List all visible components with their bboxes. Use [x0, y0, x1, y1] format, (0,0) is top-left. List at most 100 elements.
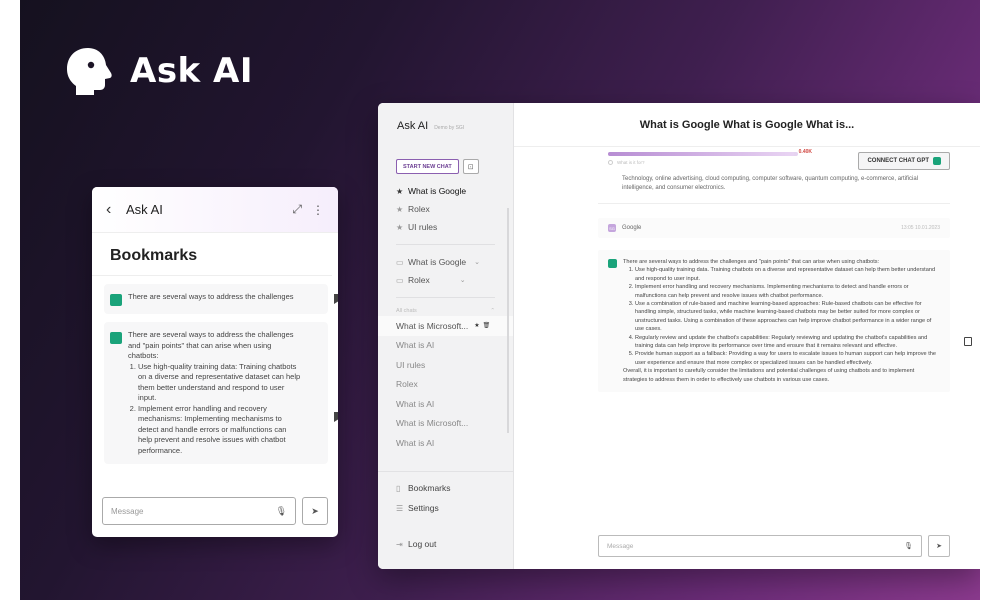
new-folder-icon[interactable]: ⊡: [462, 159, 479, 174]
assistant-message: There are several ways to address the ch…: [598, 250, 950, 393]
response-point: Use a combination of rule-based and mach…: [635, 300, 940, 334]
page-title: Bookmarks: [92, 233, 332, 276]
response-point: Use high-quality training data. Training…: [635, 266, 940, 283]
send-button[interactable]: ➤: [928, 535, 950, 557]
folder-icon: ▭: [396, 257, 404, 267]
logout-icon: ⇥: [396, 539, 403, 549]
sidebar-header: Ask AI Demo by SGI: [378, 103, 513, 147]
send-button[interactable]: ➤: [302, 497, 328, 525]
sidebar-chat-label: What is AI: [396, 437, 435, 448]
response-intro: There are several ways to address the ch…: [623, 259, 880, 265]
sidebar-app-name: Ask AI: [397, 120, 429, 132]
sidebar-chat-item[interactable]: UI rules: [396, 355, 513, 375]
settings-icon: ☰: [396, 503, 404, 513]
back-arrow-icon[interactable]: ‹: [106, 201, 120, 219]
section-label: All chats: [396, 308, 417, 314]
bookmark-point: Implement error handling and recovery me…: [138, 404, 302, 457]
assistant-message-body: There are several ways to address the ch…: [623, 258, 940, 384]
starred-chats: ★ What is Google ★ Rolex ★ UI rules: [378, 174, 513, 236]
connect-chatgpt-button[interactable]: CONNECT CHAT GPT: [858, 152, 950, 170]
user-avatar: SG: [608, 224, 616, 232]
star-icon[interactable]: ★: [474, 322, 479, 329]
usage-progress: What is it for? 0.40K: [608, 149, 812, 165]
response-point: Provide human support as a fallback: Pro…: [635, 350, 940, 367]
bookmark-point: Use high-quality training data: Training…: [138, 362, 302, 404]
sidebar-item-label: Settings: [408, 503, 439, 513]
chatgpt-icon: [110, 332, 122, 344]
connect-label: CONNECT CHAT GPT: [867, 158, 929, 164]
response-conclusion: Overall, it is important to carefully co…: [623, 368, 915, 383]
bookmark-icon[interactable]: [334, 412, 338, 422]
chat-title: What is Google What is Google What is...: [514, 103, 980, 147]
sidebar-chat-item[interactable]: What is AI: [396, 336, 513, 356]
message-input[interactable]: Message 🎙︎: [598, 535, 922, 557]
bookmark-item[interactable]: There are several ways to address the ch…: [104, 322, 338, 464]
chatgpt-icon: [110, 294, 122, 306]
sidebar-chat-item[interactable]: Rolex: [396, 375, 513, 395]
sidebar-by-line: Demo by SGI: [434, 125, 465, 131]
bookmark-icon: ▯: [396, 483, 401, 493]
sidebar-folder[interactable]: ▭ Rolex ⌄: [396, 271, 513, 289]
brand-name: Ask AI: [130, 51, 253, 91]
sidebar-item-settings[interactable]: ☰ Settings: [396, 498, 513, 518]
sidebar-item-starred[interactable]: ★ UI rules: [396, 218, 513, 236]
bookmark-icon[interactable]: [334, 294, 338, 304]
chevron-up-icon[interactable]: ⌃: [490, 308, 495, 314]
bookmark-item[interactable]: There are several ways to address the ch…: [104, 284, 338, 314]
more-options-icon[interactable]: ⋮: [312, 203, 324, 217]
promo-background: Ask AI ‹ Ask AI ⤢ ⋮ Bookmarks There are …: [20, 0, 980, 600]
progress-meta-text: What is it for?: [617, 160, 645, 165]
info-icon: [608, 160, 613, 165]
start-new-chat-button[interactable]: START NEW CHAT: [396, 159, 459, 174]
sidebar-chat-item[interactable]: What is AI: [396, 433, 513, 453]
response-point: Regularly review and update the chatbot'…: [635, 334, 940, 351]
sidebar-chat-label: UI rules: [396, 359, 426, 370]
bookmark-text: There are several ways to address the ch…: [128, 330, 322, 456]
sidebar-item-bookmarks[interactable]: ▯ Bookmarks: [396, 478, 513, 498]
brand-block: Ask AI: [64, 45, 253, 97]
user-message: SG Google 13:05 10.01.2023: [598, 218, 950, 238]
conversation: Technology, online advertising, cloud co…: [598, 173, 950, 393]
sidebar-folder-label: What is Google: [408, 257, 467, 267]
head-logo-icon: [64, 45, 116, 97]
all-chats-section: All chats ⌃: [378, 298, 513, 314]
chevron-down-icon[interactable]: ⌄: [460, 276, 466, 284]
sidebar-chat-item[interactable]: What is Microsoft...: [396, 414, 513, 434]
message-divider: [598, 203, 950, 204]
bookmark-toggle-icon[interactable]: [964, 337, 972, 346]
sidebar-folder[interactable]: ▭ What is Google ⌄: [396, 253, 513, 271]
bookmark-text: There are several ways to address the ch…: [128, 292, 294, 301]
expand-icon[interactable]: ⤢: [292, 202, 302, 217]
sidebar-chat-item[interactable]: What is Microsoft... ★ 🗑︎: [378, 316, 513, 336]
message-placeholder: Message: [607, 542, 634, 550]
send-icon: ➤: [936, 543, 942, 550]
star-icon: ★: [396, 204, 404, 214]
sidebar: Ask AI Demo by SGI START NEW CHAT ⊡ ★ Wh…: [378, 103, 514, 569]
message-input[interactable]: Message 🎙︎: [102, 497, 296, 525]
sidebar-scrollbar[interactable]: [507, 208, 509, 433]
chat-list: What is Microsoft... ★ 🗑︎ What is AI UI …: [378, 314, 513, 453]
logout: ⇥ Log out: [396, 535, 436, 553]
progress-meta: What is it for?: [608, 160, 798, 165]
mobile-bookmarks-card: ‹ Ask AI ⤢ ⋮ Bookmarks There are several…: [92, 187, 338, 537]
sidebar-item-label: What is Google: [408, 186, 467, 196]
sidebar-chat-label: What is Microsoft...: [396, 320, 469, 331]
progress-alert: 0.40K: [798, 149, 812, 155]
bookmark-list: There are several ways to address the ch…: [92, 276, 338, 516]
chevron-down-icon[interactable]: ⌄: [474, 258, 480, 266]
sidebar-chat-item[interactable]: What is AI: [396, 394, 513, 414]
microphone-icon[interactable]: 🎙︎: [276, 506, 287, 517]
logout-button[interactable]: ⇥ Log out: [396, 535, 436, 553]
sidebar-item-starred[interactable]: ★ Rolex: [396, 200, 513, 218]
sidebar-item-starred[interactable]: ★ What is Google: [396, 182, 513, 200]
bookmark-intro: There are several ways to address the ch…: [128, 330, 294, 360]
sidebar-actions: START NEW CHAT ⊡: [378, 147, 513, 174]
logout-label: Log out: [408, 539, 437, 549]
sidebar-footer: ▯ Bookmarks ☰ Settings: [378, 471, 513, 518]
trash-icon[interactable]: 🗑︎: [483, 322, 491, 329]
microphone-icon[interactable]: 🎙︎: [904, 542, 913, 550]
message-placeholder: Message: [111, 506, 144, 516]
sidebar-folder-label: Rolex: [408, 275, 430, 285]
mobile-app-title: Ask AI: [126, 202, 163, 217]
sidebar-chat-label: What is Microsoft...: [396, 418, 469, 429]
